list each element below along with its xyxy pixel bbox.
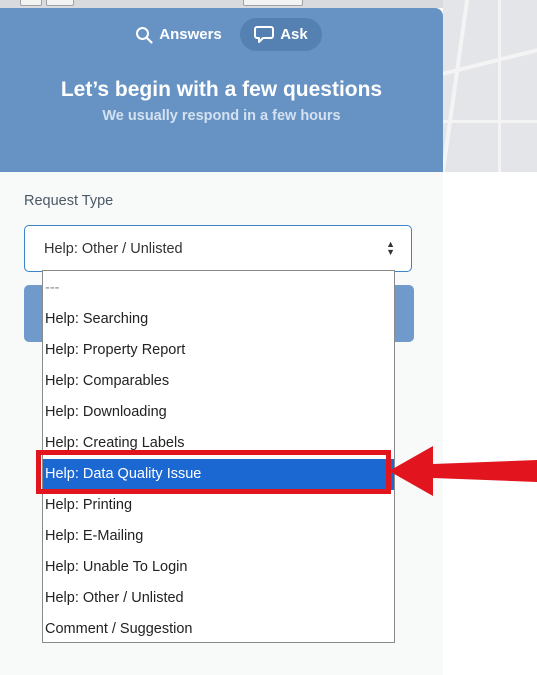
select-arrows-icon: ▲ ▼ (386, 239, 395, 257)
speech-bubble-icon (254, 26, 275, 43)
dropdown-option[interactable]: Help: Unable To Login (43, 552, 394, 583)
page-subtitle: We usually respond in a few hours (102, 108, 341, 124)
toolbar-button[interactable] (46, 0, 74, 6)
select-current-value: Help: Other / Unlisted (44, 241, 183, 257)
map-background (440, 0, 537, 172)
dropdown-option[interactable]: Help: Comparables (43, 366, 394, 397)
dropdown-option[interactable]: Comment / Suggestion (43, 614, 394, 642)
answers-tab-label: Answers (159, 26, 222, 43)
annotation-arrow-icon (389, 446, 537, 496)
page-title: Let’s begin with a few questions (60, 78, 383, 101)
dropdown-option[interactable]: Help: Printing (43, 490, 394, 521)
widget-header: Answers Ask Let’s begin with a few quest… (0, 8, 443, 172)
toolbar-button[interactable] (243, 0, 303, 6)
annotation-highlight-box (36, 450, 391, 494)
dropdown-option[interactable]: Help: Downloading (43, 397, 394, 428)
request-type-select[interactable]: Help: Other / Unlisted ▲ ▼ (24, 225, 412, 272)
request-type-label: Request Type (24, 193, 114, 209)
dropdown-option[interactable]: Help: E-Mailing (43, 521, 394, 552)
browser-chrome (0, 0, 443, 8)
ask-tab-label: Ask (280, 26, 308, 43)
ask-tab[interactable]: Ask (240, 18, 322, 51)
dropdown-option[interactable]: Help: Property Report (43, 335, 394, 366)
dropdown-option[interactable]: Help: Other / Unlisted (43, 583, 394, 614)
toolbar-button[interactable] (20, 0, 42, 6)
dropdown-option[interactable]: Help: Searching (43, 304, 394, 335)
search-icon (136, 26, 153, 44)
widget-nav: Answers Ask (0, 18, 443, 51)
answers-tab[interactable]: Answers (121, 18, 236, 51)
dropdown-option[interactable]: --- (43, 273, 394, 304)
